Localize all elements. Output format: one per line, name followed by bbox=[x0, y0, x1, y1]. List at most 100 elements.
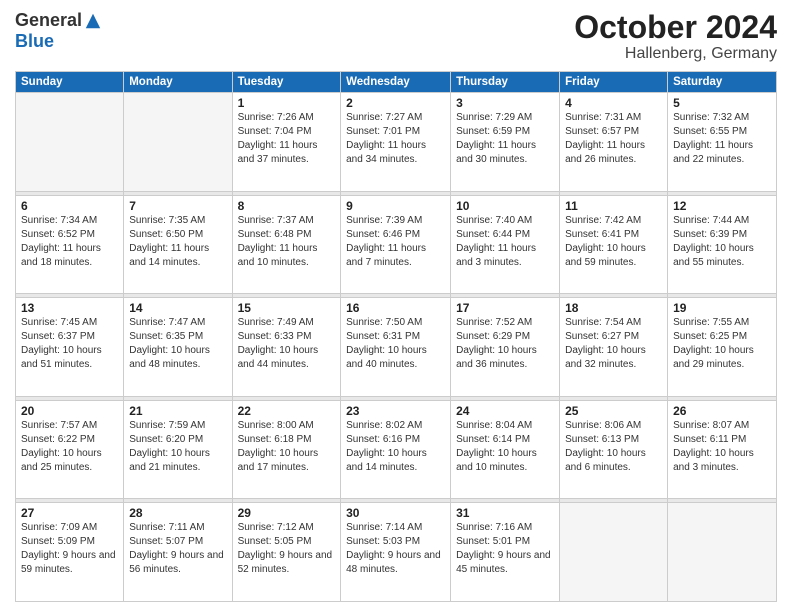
day-info: Sunrise: 7:59 AMSunset: 6:20 PMDaylight:… bbox=[129, 419, 226, 475]
day-info: Sunrise: 7:09 AMSunset: 5:09 PMDaylight:… bbox=[21, 521, 118, 577]
calendar-day-cell: 29Sunrise: 7:12 AMSunset: 5:05 PMDayligh… bbox=[232, 503, 341, 602]
day-number: 22 bbox=[238, 404, 336, 418]
day-number: 9 bbox=[346, 199, 445, 213]
day-number: 3 bbox=[456, 96, 554, 110]
calendar-day-cell: 2Sunrise: 7:27 AMSunset: 7:01 PMDaylight… bbox=[341, 93, 451, 192]
calendar-day-cell: 4Sunrise: 7:31 AMSunset: 6:57 PMDaylight… bbox=[560, 93, 668, 192]
day-number: 27 bbox=[21, 506, 118, 520]
day-number: 15 bbox=[238, 301, 336, 315]
calendar-day-cell: 31Sunrise: 7:16 AMSunset: 5:01 PMDayligh… bbox=[451, 503, 560, 602]
logo-general-text: General bbox=[15, 10, 82, 31]
day-number: 25 bbox=[565, 404, 662, 418]
day-info: Sunrise: 7:16 AMSunset: 5:01 PMDaylight:… bbox=[456, 521, 554, 577]
header-sunday: Sunday bbox=[16, 72, 124, 93]
title-section: October 2024 Hallenberg, Germany bbox=[574, 10, 777, 63]
day-number: 30 bbox=[346, 506, 445, 520]
calendar-day-cell: 22Sunrise: 8:00 AMSunset: 6:18 PMDayligh… bbox=[232, 400, 341, 499]
day-number: 26 bbox=[673, 404, 771, 418]
calendar-day-cell: 13Sunrise: 7:45 AMSunset: 6:37 PMDayligh… bbox=[16, 298, 124, 397]
day-number: 4 bbox=[565, 96, 662, 110]
day-info: Sunrise: 7:57 AMSunset: 6:22 PMDaylight:… bbox=[21, 419, 118, 475]
calendar-day-cell: 30Sunrise: 7:14 AMSunset: 5:03 PMDayligh… bbox=[341, 503, 451, 602]
calendar-day-cell: 24Sunrise: 8:04 AMSunset: 6:14 PMDayligh… bbox=[451, 400, 560, 499]
day-number: 11 bbox=[565, 199, 662, 213]
calendar-day-cell: 6Sunrise: 7:34 AMSunset: 6:52 PMDaylight… bbox=[16, 195, 124, 294]
day-info: Sunrise: 8:00 AMSunset: 6:18 PMDaylight:… bbox=[238, 419, 336, 475]
calendar-week-row: 27Sunrise: 7:09 AMSunset: 5:09 PMDayligh… bbox=[16, 503, 777, 602]
calendar-day-cell: 16Sunrise: 7:50 AMSunset: 6:31 PMDayligh… bbox=[341, 298, 451, 397]
calendar-week-row: 1Sunrise: 7:26 AMSunset: 7:04 PMDaylight… bbox=[16, 93, 777, 192]
day-info: Sunrise: 7:26 AMSunset: 7:04 PMDaylight:… bbox=[238, 111, 336, 167]
day-info: Sunrise: 7:54 AMSunset: 6:27 PMDaylight:… bbox=[565, 316, 662, 372]
day-number: 28 bbox=[129, 506, 226, 520]
day-info: Sunrise: 7:47 AMSunset: 6:35 PMDaylight:… bbox=[129, 316, 226, 372]
day-info: Sunrise: 8:02 AMSunset: 6:16 PMDaylight:… bbox=[346, 419, 445, 475]
calendar-day-cell bbox=[560, 503, 668, 602]
day-info: Sunrise: 7:34 AMSunset: 6:52 PMDaylight:… bbox=[21, 214, 118, 270]
calendar-day-cell bbox=[668, 503, 777, 602]
calendar-day-cell: 19Sunrise: 7:55 AMSunset: 6:25 PMDayligh… bbox=[668, 298, 777, 397]
calendar-day-cell bbox=[124, 93, 232, 192]
day-number: 13 bbox=[21, 301, 118, 315]
calendar-header-row: Sunday Monday Tuesday Wednesday Thursday… bbox=[16, 72, 777, 93]
day-info: Sunrise: 7:32 AMSunset: 6:55 PMDaylight:… bbox=[673, 111, 771, 167]
calendar-day-cell: 23Sunrise: 8:02 AMSunset: 6:16 PMDayligh… bbox=[341, 400, 451, 499]
day-number: 21 bbox=[129, 404, 226, 418]
day-number: 29 bbox=[238, 506, 336, 520]
day-info: Sunrise: 7:37 AMSunset: 6:48 PMDaylight:… bbox=[238, 214, 336, 270]
day-number: 1 bbox=[238, 96, 336, 110]
day-number: 12 bbox=[673, 199, 771, 213]
day-info: Sunrise: 7:31 AMSunset: 6:57 PMDaylight:… bbox=[565, 111, 662, 167]
calendar-day-cell: 10Sunrise: 7:40 AMSunset: 6:44 PMDayligh… bbox=[451, 195, 560, 294]
calendar-day-cell: 28Sunrise: 7:11 AMSunset: 5:07 PMDayligh… bbox=[124, 503, 232, 602]
day-info: Sunrise: 7:50 AMSunset: 6:31 PMDaylight:… bbox=[346, 316, 445, 372]
day-number: 19 bbox=[673, 301, 771, 315]
day-info: Sunrise: 7:52 AMSunset: 6:29 PMDaylight:… bbox=[456, 316, 554, 372]
calendar-day-cell: 5Sunrise: 7:32 AMSunset: 6:55 PMDaylight… bbox=[668, 93, 777, 192]
calendar-day-cell bbox=[16, 93, 124, 192]
calendar-day-cell: 26Sunrise: 8:07 AMSunset: 6:11 PMDayligh… bbox=[668, 400, 777, 499]
calendar-day-cell: 14Sunrise: 7:47 AMSunset: 6:35 PMDayligh… bbox=[124, 298, 232, 397]
logo-blue-text: Blue bbox=[15, 31, 54, 52]
calendar-day-cell: 9Sunrise: 7:39 AMSunset: 6:46 PMDaylight… bbox=[341, 195, 451, 294]
day-info: Sunrise: 7:14 AMSunset: 5:03 PMDaylight:… bbox=[346, 521, 445, 577]
main-title: October 2024 bbox=[574, 10, 777, 45]
calendar-day-cell: 12Sunrise: 7:44 AMSunset: 6:39 PMDayligh… bbox=[668, 195, 777, 294]
calendar-day-cell: 25Sunrise: 8:06 AMSunset: 6:13 PMDayligh… bbox=[560, 400, 668, 499]
day-number: 20 bbox=[21, 404, 118, 418]
header-tuesday: Tuesday bbox=[232, 72, 341, 93]
day-info: Sunrise: 7:44 AMSunset: 6:39 PMDaylight:… bbox=[673, 214, 771, 270]
day-number: 18 bbox=[565, 301, 662, 315]
day-info: Sunrise: 7:11 AMSunset: 5:07 PMDaylight:… bbox=[129, 521, 226, 577]
calendar-day-cell: 7Sunrise: 7:35 AMSunset: 6:50 PMDaylight… bbox=[124, 195, 232, 294]
day-number: 23 bbox=[346, 404, 445, 418]
day-info: Sunrise: 7:12 AMSunset: 5:05 PMDaylight:… bbox=[238, 521, 336, 577]
calendar-day-cell: 1Sunrise: 7:26 AMSunset: 7:04 PMDaylight… bbox=[232, 93, 341, 192]
day-info: Sunrise: 7:55 AMSunset: 6:25 PMDaylight:… bbox=[673, 316, 771, 372]
calendar-day-cell: 3Sunrise: 7:29 AMSunset: 6:59 PMDaylight… bbox=[451, 93, 560, 192]
day-number: 16 bbox=[346, 301, 445, 315]
day-number: 10 bbox=[456, 199, 554, 213]
calendar-day-cell: 11Sunrise: 7:42 AMSunset: 6:41 PMDayligh… bbox=[560, 195, 668, 294]
day-info: Sunrise: 7:40 AMSunset: 6:44 PMDaylight:… bbox=[456, 214, 554, 270]
day-info: Sunrise: 7:49 AMSunset: 6:33 PMDaylight:… bbox=[238, 316, 336, 372]
day-number: 6 bbox=[21, 199, 118, 213]
day-info: Sunrise: 8:06 AMSunset: 6:13 PMDaylight:… bbox=[565, 419, 662, 475]
day-number: 31 bbox=[456, 506, 554, 520]
header-saturday: Saturday bbox=[668, 72, 777, 93]
calendar: Sunday Monday Tuesday Wednesday Thursday… bbox=[15, 71, 777, 602]
day-number: 5 bbox=[673, 96, 771, 110]
logo: General Blue bbox=[15, 10, 102, 52]
header-friday: Friday bbox=[560, 72, 668, 93]
day-info: Sunrise: 7:29 AMSunset: 6:59 PMDaylight:… bbox=[456, 111, 554, 167]
header-thursday: Thursday bbox=[451, 72, 560, 93]
day-number: 24 bbox=[456, 404, 554, 418]
calendar-week-row: 6Sunrise: 7:34 AMSunset: 6:52 PMDaylight… bbox=[16, 195, 777, 294]
day-number: 7 bbox=[129, 199, 226, 213]
logo-icon bbox=[84, 12, 102, 30]
day-info: Sunrise: 7:27 AMSunset: 7:01 PMDaylight:… bbox=[346, 111, 445, 167]
day-info: Sunrise: 7:39 AMSunset: 6:46 PMDaylight:… bbox=[346, 214, 445, 270]
calendar-day-cell: 21Sunrise: 7:59 AMSunset: 6:20 PMDayligh… bbox=[124, 400, 232, 499]
calendar-day-cell: 8Sunrise: 7:37 AMSunset: 6:48 PMDaylight… bbox=[232, 195, 341, 294]
calendar-day-cell: 27Sunrise: 7:09 AMSunset: 5:09 PMDayligh… bbox=[16, 503, 124, 602]
